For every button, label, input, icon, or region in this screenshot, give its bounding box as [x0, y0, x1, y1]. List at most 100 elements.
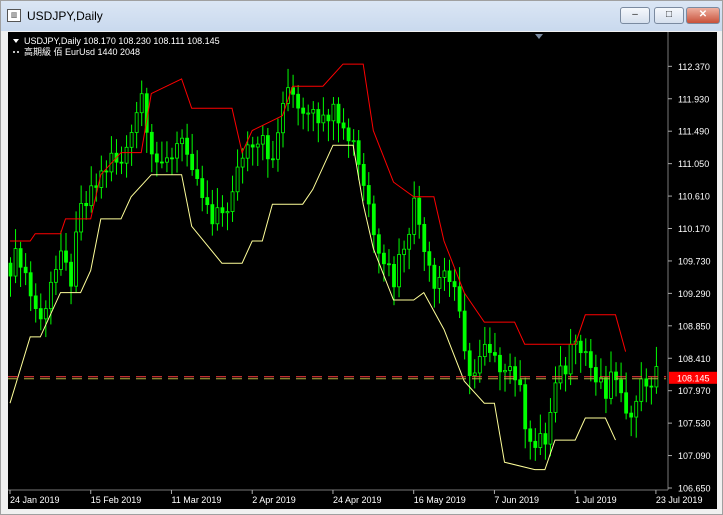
candle-body	[477, 356, 482, 374]
candle-body	[447, 270, 452, 282]
candle-body	[361, 163, 366, 186]
candle-body	[452, 281, 457, 288]
candle-body	[462, 310, 467, 352]
title-bar[interactable]: ▥ USDJPY,Daily – □ ✕	[1, 1, 722, 31]
candle-body	[13, 248, 18, 277]
candle-body	[129, 132, 134, 148]
time-tick-label: 24 Apr 2019	[333, 495, 382, 505]
candle-body	[149, 131, 154, 155]
price-tick-label: 111.490	[678, 127, 709, 137]
price-tick-label: 111.930	[678, 94, 709, 104]
candle-body	[170, 157, 174, 160]
chart-window: ▥ USDJPY,Daily – □ ✕ 112.370 111.930 111.4…	[0, 0, 723, 515]
candle-body	[518, 379, 523, 386]
candle-body	[159, 161, 164, 164]
candle-body	[543, 433, 548, 445]
candle-body	[371, 203, 376, 236]
candle-body	[523, 384, 528, 430]
candle-body	[417, 197, 422, 225]
candle-body	[649, 385, 654, 388]
candle-body	[8, 262, 13, 277]
candle-body	[311, 109, 316, 114]
candle-body	[578, 340, 583, 354]
candle-body	[392, 263, 396, 288]
candle-body	[351, 140, 356, 143]
price-tick-label: 112.370	[678, 62, 710, 72]
candle-body	[18, 248, 23, 268]
candle-body	[240, 157, 245, 168]
candle-body	[165, 157, 169, 163]
candle-body	[619, 379, 623, 394]
candle-body	[336, 103, 341, 124]
candle-body	[190, 153, 195, 171]
candle-body	[69, 261, 73, 287]
candle-body	[33, 295, 38, 309]
candle-body	[321, 114, 326, 124]
candle-body	[634, 400, 639, 418]
time-tick-label: 23 Jul 2019	[656, 495, 703, 505]
candle-body	[548, 412, 553, 445]
candle-body	[59, 250, 63, 270]
candle-body	[79, 202, 84, 233]
candle-body	[215, 207, 220, 225]
candle-body	[89, 185, 94, 207]
candle-body	[124, 146, 129, 164]
candle-body	[558, 365, 563, 384]
chart-background	[8, 32, 717, 509]
candle-body	[54, 269, 58, 283]
price-tick-label: 110.610	[678, 192, 710, 202]
candle-body	[134, 112, 139, 133]
candle-body	[341, 122, 346, 129]
candle-body	[604, 377, 608, 399]
candle-body	[427, 251, 432, 266]
candle-body	[28, 272, 33, 297]
candle-body	[301, 107, 306, 114]
price-tick-label: 107.970	[678, 386, 711, 396]
candle-body	[175, 143, 179, 159]
candle-body	[644, 378, 649, 387]
candle-body	[382, 252, 386, 265]
candle-body	[306, 112, 311, 115]
chart-window-icon[interactable]: ▥	[7, 9, 21, 22]
candle-body	[482, 343, 487, 357]
candle-body	[412, 197, 417, 235]
price-tick-label: 111.050	[678, 159, 709, 169]
candle-body	[270, 158, 275, 161]
price-chart[interactable]: 112.370 111.930 111.490 111.050 110.610 110.1…	[8, 32, 717, 509]
price-tick-label: 108.850	[678, 321, 711, 331]
candle-body	[639, 378, 644, 402]
candle-body	[195, 169, 200, 179]
symbol-info-text: USDJPY,Daily 108.170 108.230 108.111 108…	[24, 36, 220, 46]
maximize-button[interactable]: □	[654, 7, 684, 24]
candle-body	[493, 352, 497, 356]
close-button[interactable]: ✕	[686, 7, 720, 24]
minimize-button[interactable]: –	[620, 7, 650, 24]
price-tick-label: 106.650	[678, 484, 711, 494]
candle-body	[508, 366, 512, 371]
price-tick-label: 108.410	[678, 354, 711, 364]
candle-body	[487, 343, 492, 353]
candle-body	[331, 103, 336, 122]
candle-body	[119, 161, 124, 164]
candle-body	[154, 153, 159, 163]
time-tick-label: 1 Jul 2019	[575, 495, 617, 505]
candle-body	[38, 308, 43, 320]
candle-body	[437, 277, 442, 289]
candle-body	[422, 223, 427, 253]
candle-body	[568, 343, 573, 375]
candle-body	[84, 202, 89, 207]
price-tick-label: 110.170	[678, 224, 710, 234]
price-tick-label: 109.730	[678, 256, 711, 266]
window-title: USDJPY,Daily	[27, 9, 103, 23]
indicator-dot-icon	[13, 51, 15, 53]
candle-body	[255, 143, 260, 148]
candle-body	[407, 233, 412, 250]
candle-body	[265, 135, 270, 160]
candle-body	[356, 140, 361, 165]
price-tick-label: 107.090	[678, 451, 711, 461]
candle-body	[346, 127, 351, 142]
candle-body	[583, 351, 588, 354]
candle-body	[260, 135, 265, 145]
candle-body	[513, 366, 518, 381]
candle-body	[528, 428, 533, 442]
